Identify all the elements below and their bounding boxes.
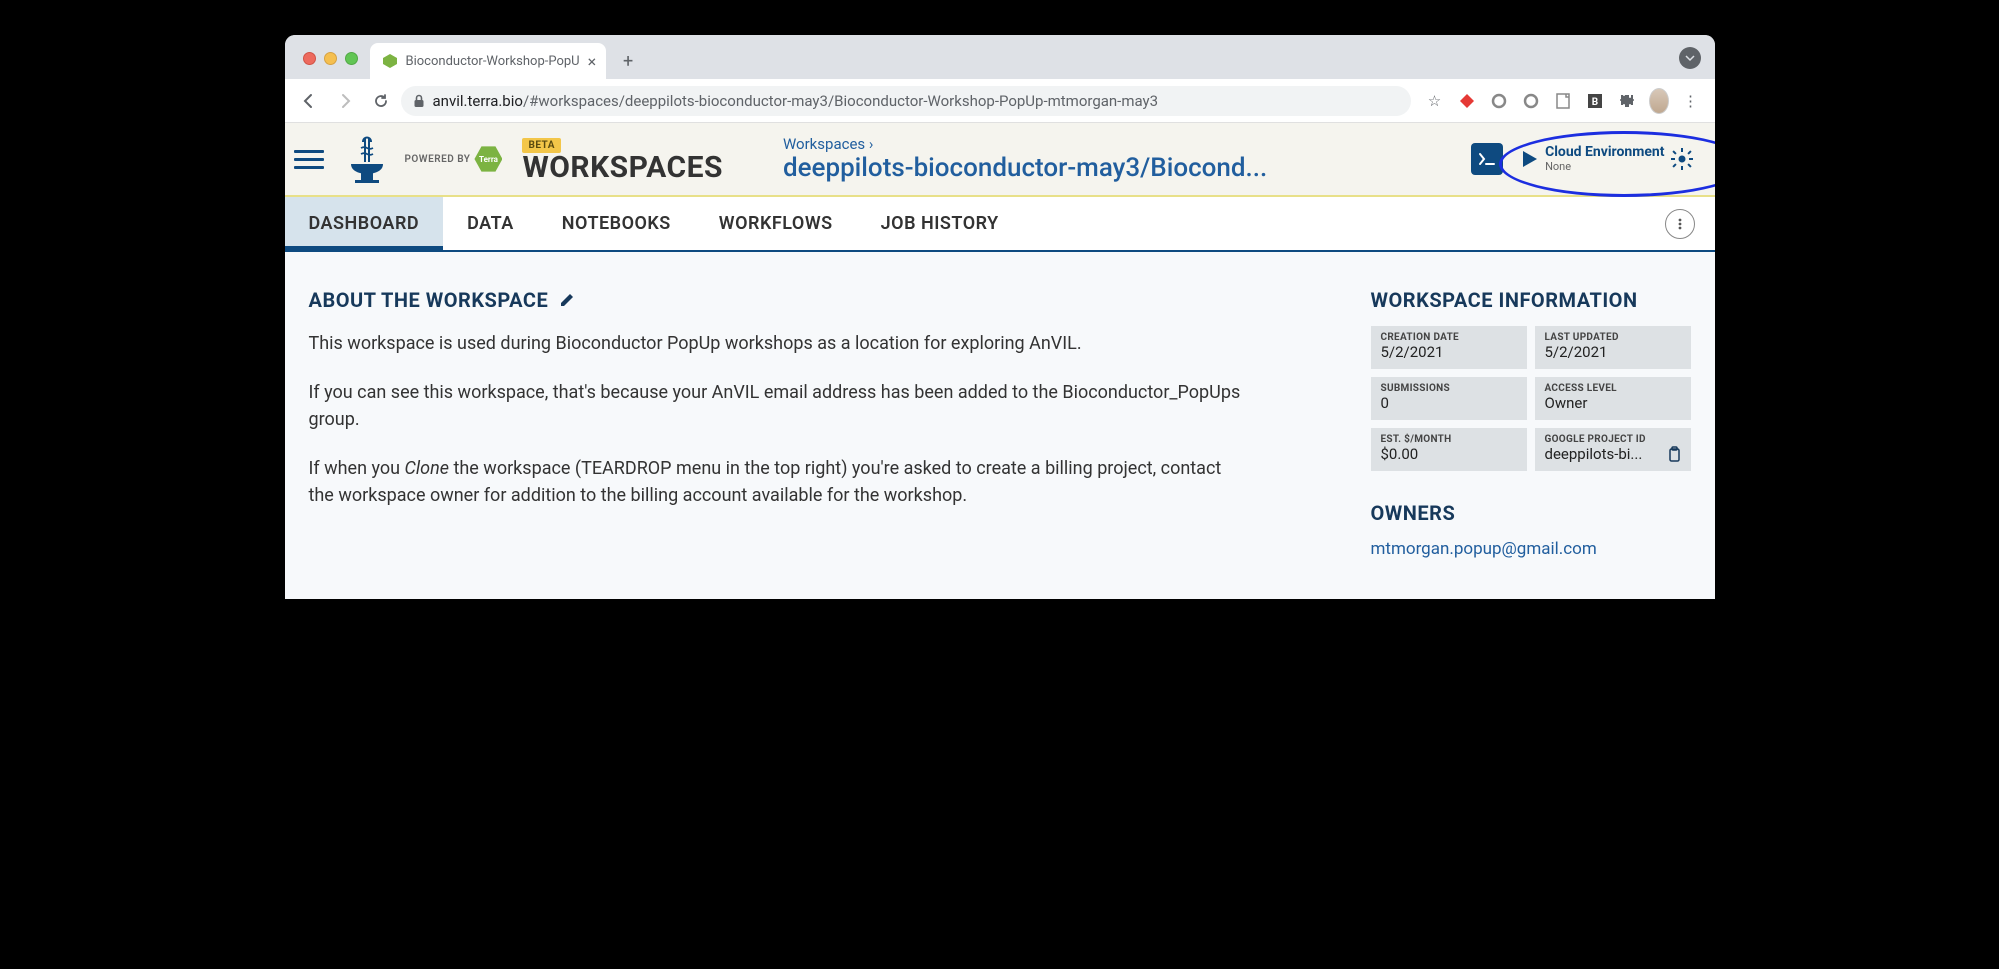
new-tab-button[interactable]: + (614, 47, 642, 75)
about-heading: ABOUT THE WORKSPACE (309, 288, 1331, 312)
breadcrumb: Workspaces › deeppilots-bioconductor-may… (783, 135, 1471, 183)
about-paragraph: This workspace is used during Bioconduct… (309, 330, 1249, 357)
terra-logo: Terra (474, 145, 502, 173)
info-access-level: ACCESS LEVEL Owner (1535, 377, 1691, 420)
extension-icon-circle[interactable] (1489, 91, 1509, 111)
tab-workflows[interactable]: WORKFLOWS (695, 197, 857, 250)
extension-icon-red[interactable] (1457, 91, 1477, 111)
tab-job-history[interactable]: JOB HISTORY (857, 197, 1023, 250)
workspaces-title: WORKSPACES (522, 150, 723, 185)
copy-project-id-button[interactable] (1667, 446, 1681, 462)
workspace-tabs: DASHBOARD DATA NOTEBOOKS WORKFLOWS JOB H… (285, 197, 1715, 252)
bookmark-star-icon[interactable]: ☆ (1425, 91, 1445, 111)
workspace-actions-menu[interactable] (1665, 209, 1695, 239)
lock-icon (413, 94, 425, 108)
anvil-logo (341, 134, 393, 184)
profile-avatar[interactable] (1649, 91, 1669, 111)
info-submissions: SUBMISSIONS 0 (1371, 377, 1527, 420)
close-window-button[interactable] (303, 52, 316, 65)
info-project-id: GOOGLE PROJECT ID deeppilots-bi... (1535, 428, 1691, 471)
gear-icon[interactable] (1671, 148, 1693, 170)
extension-icon-circle2[interactable] (1521, 91, 1541, 111)
tab-data[interactable]: DATA (443, 197, 538, 250)
browser-toolbar: anvil.terra.bio/#workspaces/deeppilots-b… (285, 79, 1715, 123)
app-header: POWERED BY Terra BETA WORKSPACES Workspa… (285, 123, 1715, 197)
browser-tab[interactable]: Bioconductor-Workshop-PopU × (370, 43, 607, 79)
cloud-environment-button[interactable]: Cloud Environment None (1513, 141, 1698, 176)
extension-icon-doc[interactable] (1553, 91, 1573, 111)
owner-email-link[interactable]: mtmorgan.popup@gmail.com (1371, 539, 1597, 559)
svg-text:B: B (1591, 97, 1597, 108)
info-grid: CREATION DATE 5/2/2021 LAST UPDATED 5/2/… (1371, 326, 1691, 471)
tabs-dropdown-button[interactable] (1679, 47, 1701, 69)
url-text: anvil.terra.bio/#workspaces/deeppilots-b… (433, 92, 1159, 110)
header-right-controls: Cloud Environment None (1471, 141, 1698, 176)
favicon (382, 53, 398, 69)
maximize-window-button[interactable] (345, 52, 358, 65)
terminal-button[interactable] (1471, 143, 1503, 175)
back-button[interactable] (293, 85, 325, 117)
close-tab-button[interactable]: × (588, 52, 597, 71)
minimize-window-button[interactable] (324, 52, 337, 65)
powered-by-label: POWERED BY (405, 154, 471, 165)
address-bar[interactable]: anvil.terra.bio/#workspaces/deeppilots-b… (401, 86, 1411, 116)
tab-dashboard[interactable]: DASHBOARD (285, 197, 444, 250)
workspace-info-panel: WORKSPACE INFORMATION CREATION DATE 5/2/… (1371, 282, 1691, 559)
edit-about-button[interactable] (558, 291, 576, 309)
tab-notebooks[interactable]: NOTEBOOKS (538, 197, 695, 250)
browser-menu-button[interactable]: ⋮ (1681, 91, 1701, 111)
forward-button[interactable] (329, 85, 361, 117)
breadcrumb-workspaces-link[interactable]: Workspaces › (783, 135, 873, 153)
breadcrumb-current: deeppilots-bioconductor-may3/Biocond... (783, 153, 1471, 183)
cloud-environment-text: Cloud Environment None (1545, 145, 1664, 172)
info-creation-date: CREATION DATE 5/2/2021 (1371, 326, 1527, 369)
browser-window: Bioconductor-Workshop-PopU × + anvil.ter… (285, 35, 1715, 599)
workspace-info-heading: WORKSPACE INFORMATION (1371, 288, 1691, 312)
about-section: ABOUT THE WORKSPACE This workspace is us… (309, 282, 1331, 559)
browser-tabstrip: Bioconductor-Workshop-PopU × + (285, 35, 1715, 79)
info-last-updated: LAST UPDATED 5/2/2021 (1535, 326, 1691, 369)
owners-heading: OWNERS (1371, 501, 1691, 525)
about-paragraph: If when you Clone the workspace (TEARDRO… (309, 455, 1249, 509)
window-controls (303, 52, 358, 65)
play-icon (1519, 149, 1539, 169)
dashboard-content: ABOUT THE WORKSPACE This workspace is us… (285, 252, 1715, 599)
workspaces-heading: BETA WORKSPACES (522, 133, 723, 185)
reload-button[interactable] (365, 85, 397, 117)
tab-title: Bioconductor-Workshop-PopU (406, 54, 580, 69)
about-paragraph: If you can see this workspace, that's be… (309, 379, 1249, 433)
toolbar-icons: ☆ B ⋮ (1415, 91, 1707, 111)
info-est-cost: EST. $/MONTH $0.00 (1371, 428, 1527, 471)
extension-icon-b[interactable]: B (1585, 91, 1605, 111)
owners-section: OWNERS mtmorgan.popup@gmail.com (1371, 501, 1691, 559)
extensions-puzzle-icon[interactable] (1617, 91, 1637, 111)
main-menu-button[interactable] (289, 150, 329, 169)
about-body: This workspace is used during Bioconduct… (309, 330, 1249, 509)
